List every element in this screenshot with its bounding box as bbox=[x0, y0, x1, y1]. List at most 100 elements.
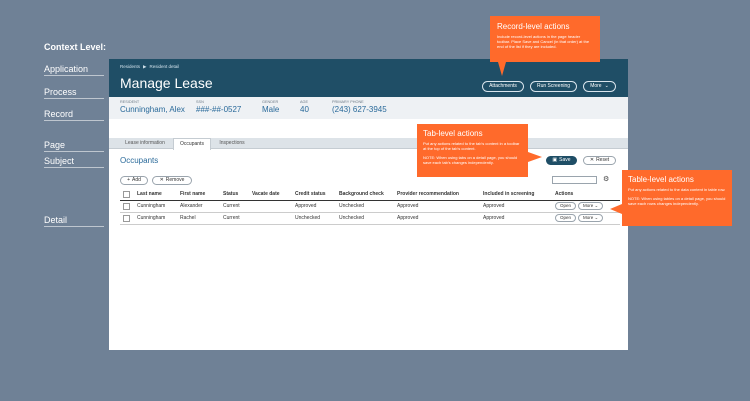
chevron-down-icon: ⌄ bbox=[594, 215, 599, 220]
breadcrumb-separator-icon: ▶ bbox=[143, 64, 147, 69]
summary-label: AGE bbox=[300, 100, 309, 104]
callout-body: Put any actions related to the data cont… bbox=[628, 187, 726, 192]
more-label: More bbox=[590, 83, 602, 89]
row-more-button[interactable]: More ⌄ bbox=[578, 202, 604, 210]
occupants-table: Last name First name Status Vacate date … bbox=[120, 189, 620, 225]
context-level-process: Process bbox=[44, 87, 77, 97]
context-divider bbox=[44, 151, 104, 152]
cell-vacate-date bbox=[249, 200, 292, 213]
run-screening-button[interactable]: Run Screening bbox=[530, 81, 577, 92]
record-level-callout: Record-level actions Include record-leve… bbox=[490, 16, 600, 62]
save-icon: ▣ bbox=[552, 157, 558, 163]
context-level-detail: Detail bbox=[44, 215, 68, 225]
summary-value: ###-##-0527 bbox=[196, 105, 242, 114]
summary-field-age: AGE 40 bbox=[300, 100, 309, 114]
summary-value: Male bbox=[262, 105, 280, 114]
context-level-page: Page bbox=[44, 140, 66, 150]
column-header[interactable]: Included in screening bbox=[480, 189, 552, 201]
add-button[interactable]: + Add bbox=[120, 176, 148, 185]
attachments-button[interactable]: Attachments bbox=[482, 81, 524, 92]
callout-title: Record-level actions bbox=[497, 22, 570, 31]
callout-pointer bbox=[528, 152, 542, 162]
callout-note: NOTE: When using tables on a detail page… bbox=[628, 196, 726, 206]
open-button[interactable]: Open bbox=[555, 214, 577, 222]
cell-first-name: Rachel bbox=[177, 212, 220, 225]
column-header[interactable]: Background check bbox=[336, 189, 394, 201]
save-label: Save bbox=[559, 157, 571, 163]
context-divider bbox=[44, 120, 104, 121]
context-level-subject: Subject bbox=[44, 156, 75, 166]
table-row: Cunningham Rachel Current Unchecked Unch… bbox=[120, 212, 620, 225]
column-header[interactable]: Last name bbox=[134, 189, 177, 201]
tab-level-callout: Tab-level actions Put any actions relate… bbox=[417, 124, 528, 177]
column-header[interactable]: Vacate date bbox=[249, 189, 292, 201]
context-level-application: Application bbox=[44, 64, 89, 74]
row-select-cell bbox=[120, 200, 134, 213]
add-label: Add bbox=[132, 177, 141, 183]
context-divider bbox=[44, 98, 104, 99]
column-header[interactable]: Provider recommendation bbox=[394, 189, 480, 201]
remove-button[interactable]: ✕ Remove bbox=[152, 176, 192, 185]
chevron-down-icon: ⌄ bbox=[594, 203, 599, 208]
callout-title: Table-level actions bbox=[628, 175, 694, 184]
cell-included-in-screening: Approved bbox=[480, 212, 552, 225]
breadcrumb-resident-detail: Resident detail bbox=[149, 64, 180, 69]
context-level-title: Context Level: bbox=[44, 42, 107, 52]
tab-lease-information[interactable]: Lease information bbox=[117, 138, 173, 149]
column-header: Actions bbox=[552, 189, 620, 201]
callout-title: Tab-level actions bbox=[423, 129, 483, 138]
row-checkbox[interactable] bbox=[123, 214, 130, 222]
callout-note: NOTE: When using tabs on a detail page, … bbox=[423, 155, 518, 165]
table-header-row: Last name First name Status Vacate date … bbox=[120, 189, 620, 201]
context-level-record: Record bbox=[44, 109, 74, 119]
cell-credit-status: Approved bbox=[292, 200, 336, 213]
more-menu-button[interactable]: More ⌄ bbox=[583, 81, 616, 92]
reset-label: Reset bbox=[596, 157, 610, 163]
open-button[interactable]: Open bbox=[555, 202, 577, 210]
chevron-down-icon: ⌄ bbox=[604, 83, 609, 89]
cell-credit-status: Unchecked bbox=[292, 212, 336, 225]
cell-provider-recommendation: Approved bbox=[394, 212, 480, 225]
callout-pointer bbox=[498, 62, 506, 76]
row-more-label: More bbox=[583, 215, 594, 220]
summary-field-ssn: SSN ###-##-0527 bbox=[196, 100, 241, 114]
row-checkbox[interactable] bbox=[123, 202, 130, 210]
reset-button[interactable]: ✕ Reset bbox=[583, 156, 616, 165]
column-header[interactable]: Credit status bbox=[292, 189, 336, 201]
tab-occupants[interactable]: Occupants bbox=[173, 138, 211, 150]
remove-label: Remove bbox=[165, 177, 185, 183]
gear-icon[interactable]: ⚙ bbox=[603, 175, 609, 183]
select-all-checkbox[interactable] bbox=[123, 190, 130, 198]
record-summary: RESIDENT Cunningham, Alex SSN ###-##-052… bbox=[109, 97, 628, 119]
plus-icon: + bbox=[127, 177, 130, 183]
cell-provider-recommendation: Approved bbox=[394, 200, 480, 213]
cell-background-check: Unchecked bbox=[336, 212, 394, 225]
close-icon: ✕ bbox=[159, 177, 164, 183]
tab-inspections[interactable]: Inspections bbox=[213, 138, 251, 149]
page-title: Manage Lease bbox=[120, 75, 213, 91]
cell-status: Current bbox=[220, 212, 249, 225]
column-header[interactable]: First name bbox=[177, 189, 220, 201]
callout-body: Put any actions related to the tab's con… bbox=[423, 141, 520, 151]
breadcrumb: Residents ▶ Resident detail bbox=[120, 64, 179, 70]
search-input[interactable] bbox=[552, 176, 597, 184]
app-window: Residents ▶ Resident detail Manage Lease A… bbox=[109, 59, 628, 350]
table-level-callout: Table-level actions Put any actions rela… bbox=[622, 170, 732, 226]
cell-last-name: Cunningham bbox=[134, 212, 177, 225]
breadcrumb-residents[interactable]: Residents bbox=[120, 64, 140, 69]
select-all-cell bbox=[120, 189, 134, 201]
summary-field-resident: RESIDENT Cunningham, Alex bbox=[120, 100, 185, 114]
row-more-button[interactable]: More ⌄ bbox=[578, 214, 604, 222]
callout-body: Include record-level actions in the page… bbox=[497, 34, 590, 49]
summary-field-primary-phone: PRIMARY PHONE (243) 627-3945 bbox=[332, 100, 387, 114]
cell-first-name: Alexander bbox=[177, 200, 220, 213]
context-divider bbox=[44, 167, 104, 168]
summary-label: RESIDENT bbox=[120, 100, 140, 104]
cell-background-check: Unchecked bbox=[336, 200, 394, 213]
summary-value: 40 bbox=[300, 105, 309, 114]
column-header[interactable]: Status bbox=[220, 189, 249, 201]
summary-label: SSN bbox=[196, 100, 204, 104]
save-button[interactable]: ▣ Save bbox=[546, 156, 577, 165]
context-divider bbox=[44, 75, 104, 76]
page-header: Residents ▶ Resident detail Manage Lease A… bbox=[109, 59, 628, 97]
